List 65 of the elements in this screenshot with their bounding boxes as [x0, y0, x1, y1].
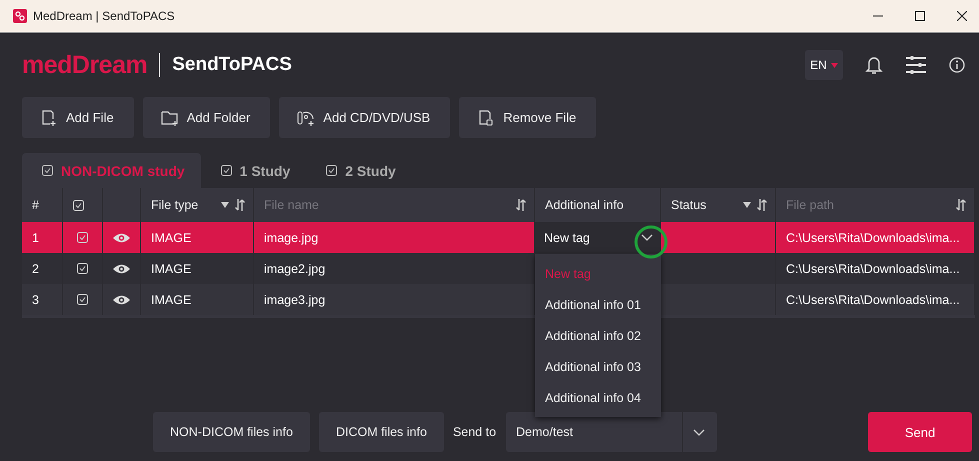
dropdown-option[interactable]: Additional info 02 [535, 320, 661, 351]
toolbar-button[interactable]: Add File [22, 97, 134, 138]
disc-plus-icon [297, 108, 316, 126]
table-cell: C:\Users\Rita\Downloads\ima... [786, 262, 960, 276]
send-to-label: Send to [452, 425, 496, 439]
row-number: 2 [32, 262, 39, 276]
checkbox-icon [42, 165, 53, 176]
logo: medDream [22, 50, 148, 80]
table-cell: image2.jpg [264, 262, 326, 276]
sort-icon[interactable] [235, 199, 245, 211]
highlight-ring [634, 225, 668, 259]
filter-caret-icon[interactable] [221, 202, 229, 208]
table-row[interactable]: 1 IMAGE image.jpg New tag C:\Users\Rita\Downloads\ima... [22, 222, 975, 253]
close-icon[interactable] [957, 11, 967, 21]
study-tab[interactable]: 1 Study [200, 153, 306, 188]
table-cell: C:\Users\Rita\Downloads\ima... [786, 292, 960, 306]
sort-icon[interactable] [757, 199, 767, 211]
chevron-down-icon [641, 234, 653, 241]
app-icon [13, 9, 27, 23]
bell-icon[interactable] [865, 55, 883, 75]
toolbar-button[interactable]: Add CD/DVD/USB [279, 97, 450, 138]
file-minus-icon [477, 108, 496, 126]
toolbar-button[interactable]: Remove File [459, 97, 596, 138]
row-checkbox[interactable] [77, 294, 88, 305]
table-cell: IMAGE [151, 262, 192, 276]
app-name: SendToPACS [172, 54, 292, 76]
checkbox-icon [326, 165, 338, 176]
send-button[interactable]: Send [868, 412, 972, 452]
folder-plus-icon [160, 108, 179, 126]
settings-icon[interactable] [905, 55, 927, 75]
sort-icon[interactable] [956, 199, 966, 211]
filter-caret-icon[interactable] [743, 202, 751, 208]
table-cell: IMAGE [151, 292, 192, 306]
eye-icon[interactable] [113, 262, 130, 274]
maximize-icon[interactable] [915, 11, 925, 21]
chevron-down-icon [693, 428, 706, 436]
study-tab[interactable]: 2 Study [306, 153, 412, 188]
caret-icon [830, 62, 838, 68]
table-cell: image.jpg [264, 230, 318, 244]
sort-icon[interactable] [516, 199, 526, 211]
table-cell: C:\Users\Rita\Downloads\ima... [786, 230, 960, 244]
row-number: 3 [32, 292, 39, 306]
file-plus-icon [40, 108, 58, 126]
checkbox-icon[interactable] [73, 200, 84, 210]
destination-select[interactable]: Demo/test [506, 412, 718, 452]
info-icon[interactable] [949, 57, 965, 73]
toolbar-button[interactable]: Add Folder [142, 97, 270, 138]
row-checkbox[interactable] [77, 232, 88, 243]
checkbox-icon [220, 165, 232, 176]
column-header: File type [151, 198, 198, 212]
dropdown-option[interactable]: Additional info 04 [535, 382, 661, 413]
row-checkbox[interactable] [77, 263, 88, 274]
column-header: Additional info [545, 198, 624, 212]
table-cell: IMAGE [151, 230, 192, 244]
dropdown-option[interactable]: Additional info 03 [535, 351, 661, 382]
info-button[interactable]: DICOM files info [318, 412, 444, 452]
eye-icon[interactable] [113, 294, 130, 306]
info-button[interactable]: NON-DICOM files info [153, 412, 310, 452]
column-header: Status [671, 198, 706, 212]
column-header: # [32, 198, 39, 212]
table-cell: image3.jpg [264, 292, 326, 306]
window-title: MedDream | SendToPACS [33, 9, 175, 23]
language-select[interactable]: EN [805, 50, 843, 80]
row-number: 1 [32, 230, 39, 244]
tag-select[interactable]: New tag [535, 222, 660, 253]
